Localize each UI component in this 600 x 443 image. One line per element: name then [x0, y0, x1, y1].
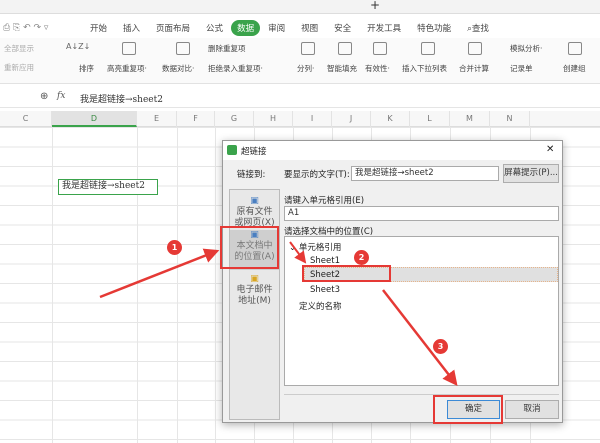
annotation-arrows: [99, 241, 458, 386]
annotation-number-2: 2: [354, 250, 369, 265]
arrow-1: [99, 248, 220, 299]
annotation-number-3: 3: [433, 339, 448, 354]
arrow-3: [382, 289, 458, 386]
arrow-2: [289, 241, 307, 264]
annotation-number-1: 1: [167, 240, 182, 255]
